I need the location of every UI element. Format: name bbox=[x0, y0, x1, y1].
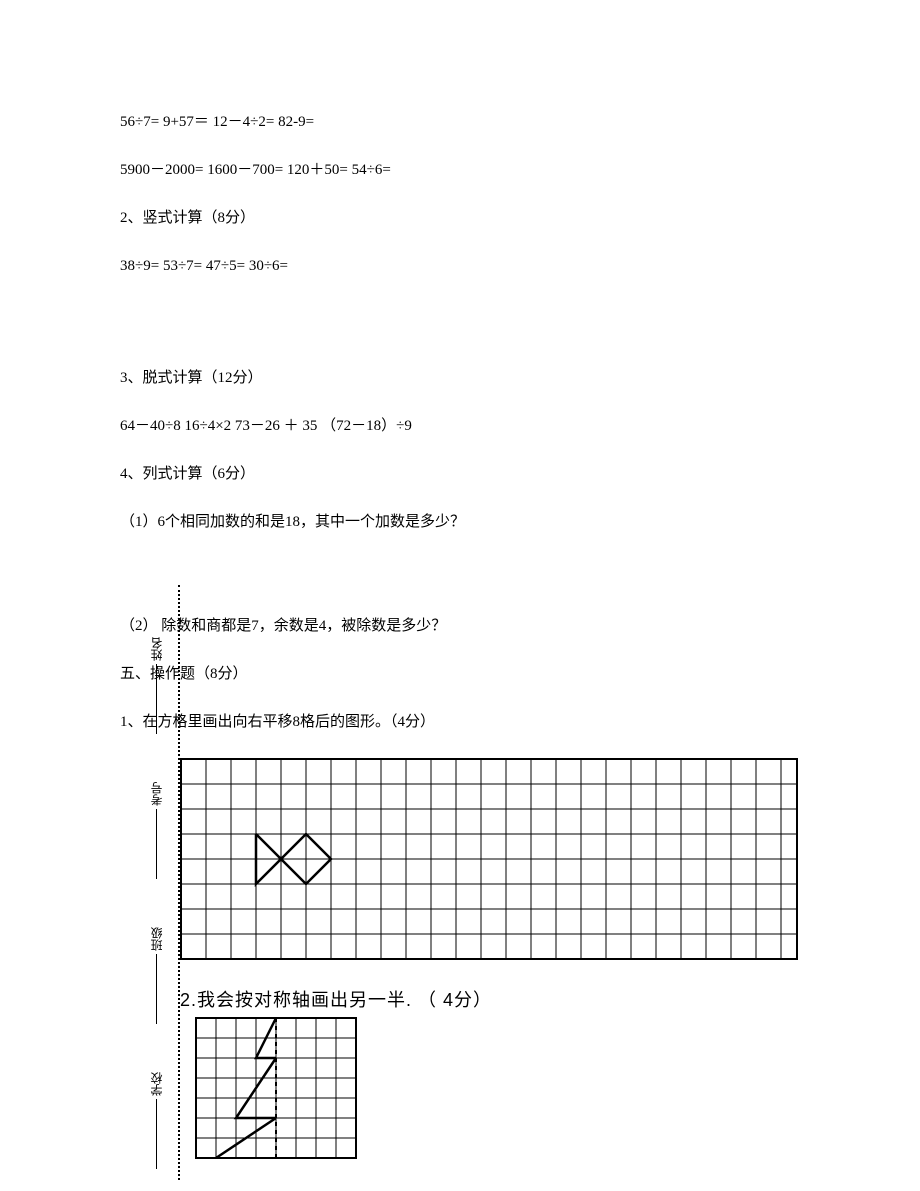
q3-title: 3、脱式计算（12分） bbox=[120, 366, 800, 390]
q5-title: 五、操作题（8分） bbox=[120, 662, 800, 686]
q4-sub2: （2） 除数和商都是7，余数是4，被除数是多少？ bbox=[120, 614, 800, 638]
symmetry-grid bbox=[195, 1017, 365, 1167]
q2-expressions: 38÷9= 53÷7= 47÷5= 30÷6= bbox=[120, 254, 800, 278]
gutter-label-class: 班级 bbox=[148, 915, 168, 1035]
gutter-label-name: 姓名 bbox=[148, 625, 168, 745]
q4-sub2-wrap: （2） 除数和商都是7，余数是4，被除数是多少？ 五、操作题（8分） 1、在方格… bbox=[120, 614, 800, 1167]
gutter-label-school: 学校 bbox=[148, 1060, 168, 1180]
q3-expressions: 64－40÷8 16÷4×2 73－26 ＋ 35 （72－18）÷9 bbox=[120, 414, 800, 438]
q5-sub1: 1、在方格里画出向右平移8格后的图形。（4分） bbox=[120, 710, 800, 734]
q2-title: 2、竖式计算（8分） bbox=[120, 206, 800, 230]
q5-sub2-row: 2.我会按对称轴画出另一半. （ 4分） bbox=[180, 986, 800, 1015]
q4-sub1: （1）6个相同加数的和是18，其中一个加数是多少？ bbox=[120, 510, 800, 534]
translate-grid bbox=[180, 758, 800, 968]
gutter-dotted-line bbox=[178, 585, 180, 1180]
page: 56÷7= 9+57＝ 12－4÷2= 82-9= 5900－2000= 160… bbox=[0, 0, 920, 1191]
binding-gutter: 姓名 考号 班级 学校 bbox=[148, 585, 188, 1180]
arith-line-1: 56÷7= 9+57＝ 12－4÷2= 82-9= bbox=[120, 110, 800, 134]
q4-title: 4、列式计算（6分） bbox=[120, 462, 800, 486]
gutter-label-examno: 考号 bbox=[148, 770, 168, 890]
q5-sub2-text: 2.我会按对称轴画出另一半. （ 4分） bbox=[180, 986, 492, 1015]
arith-line-2: 5900－2000= 1600－700= 120＋50= 54÷6= bbox=[120, 158, 800, 182]
content-area: 56÷7= 9+57＝ 12－4÷2= 82-9= 5900－2000= 160… bbox=[120, 110, 800, 1167]
